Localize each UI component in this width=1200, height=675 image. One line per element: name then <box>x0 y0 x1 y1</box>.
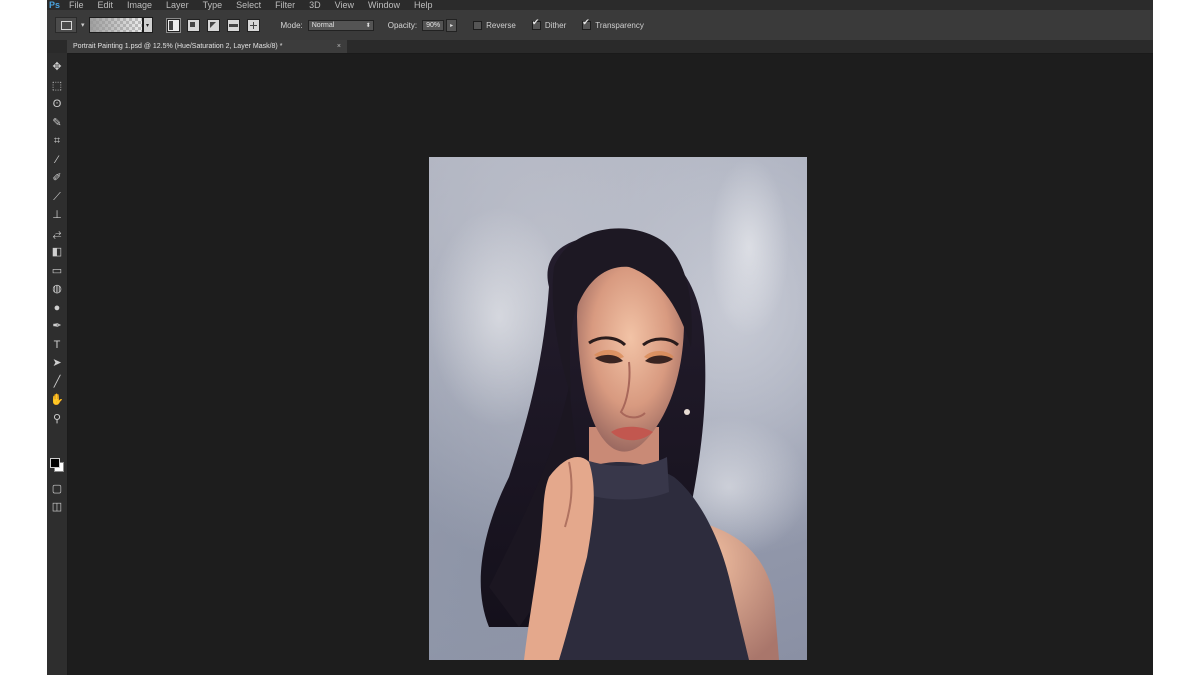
history-brush-tool-icon[interactable]: ⥄ <box>49 226 65 242</box>
reverse-checkbox[interactable] <box>473 20 483 30</box>
quick-mask-icon[interactable]: ▢ <box>49 481 65 497</box>
transparency-checkbox-group[interactable]: Transparency <box>582 17 644 30</box>
canvas-workspace[interactable] <box>68 54 1153 675</box>
crop-tool-icon[interactable]: ⌗ <box>49 133 65 149</box>
menu-file[interactable]: File <box>69 0 84 10</box>
menu-edit[interactable]: Edit <box>98 0 114 10</box>
gradient-picker-swatch[interactable] <box>88 17 143 33</box>
lasso-tool-icon[interactable]: ʘ <box>49 96 65 112</box>
document-tab[interactable]: Portrait Painting 1.psd @ 12.5% (Hue/Sat… <box>67 40 347 53</box>
gradient-tool-icon[interactable]: ▭ <box>49 263 65 279</box>
dither-label: Dither <box>544 20 567 30</box>
reverse-label: Reverse <box>486 20 516 30</box>
transparency-checkbox[interactable] <box>582 17 592 30</box>
line-tool-icon[interactable]: ╱ <box>49 374 65 390</box>
menu-view[interactable]: View <box>335 0 354 10</box>
opacity-label: Opacity: <box>387 20 418 30</box>
tools-panel: ✥ ⬚ ʘ ✎ ⌗ ⁄ ✐ ⟋ ⊥ ⥄ ◧ ▭ ◍ ● ✒ T ➤ ╱ ✋ ⚲ ▢ ◫ <box>47 53 68 675</box>
eraser-tool-icon[interactable]: ◧ <box>49 244 65 260</box>
brush-tool-icon[interactable]: ⟋ <box>49 189 65 205</box>
menu-layer[interactable]: Layer <box>166 0 189 10</box>
angle-gradient-button[interactable] <box>206 18 220 32</box>
opacity-value: 90% <box>426 21 441 29</box>
blur-tool-icon[interactable]: ◍ <box>49 281 65 297</box>
document-tab-title: Portrait Painting 1.psd @ 12.5% (Hue/Sat… <box>73 43 283 50</box>
mode-value: Normal <box>311 21 335 29</box>
quick-select-tool-icon[interactable]: ✎ <box>49 115 65 131</box>
menu-filter[interactable]: Filter <box>275 0 295 10</box>
reflected-gradient-button[interactable] <box>226 18 240 32</box>
gradient-picker-dropdown-icon[interactable]: ▾ <box>142 17 153 33</box>
document-tab-bar: Portrait Painting 1.psd @ 12.5% (Hue/Sat… <box>47 40 1153 54</box>
menu-bar: Ps File Edit Image Layer Type Select Fil… <box>47 0 1153 10</box>
zoom-tool-icon[interactable]: ⚲ <box>49 411 65 427</box>
dither-checkbox-group[interactable]: Dither <box>531 17 567 30</box>
linear-gradient-button[interactable] <box>165 17 181 33</box>
hand-tool-icon[interactable]: ✋ <box>49 392 65 408</box>
eyedropper-tool-icon[interactable]: ⁄ <box>49 152 65 168</box>
close-icon[interactable]: × <box>337 43 341 50</box>
diamond-gradient-button[interactable] <box>246 18 260 32</box>
opacity-slider-dropdown-icon[interactable]: ▸ <box>446 18 458 32</box>
gradient-tool-preset-icon <box>60 20 72 30</box>
pen-tool-icon[interactable]: ✒ <box>49 318 65 334</box>
tool-preset-dropdown-icon[interactable]: ▾ <box>81 21 85 29</box>
path-select-tool-icon[interactable]: ➤ <box>49 355 65 371</box>
dodge-tool-icon[interactable]: ● <box>49 300 65 316</box>
healing-brush-tool-icon[interactable]: ✐ <box>49 170 65 186</box>
marquee-tool-icon[interactable]: ⬚ <box>49 78 65 94</box>
reverse-checkbox-group[interactable]: Reverse <box>473 20 516 30</box>
dither-checkbox[interactable] <box>531 17 541 30</box>
background-light-stroke <box>709 157 789 337</box>
tool-preset-picker[interactable] <box>55 17 77 33</box>
mode-select[interactable]: Normal ⬍ <box>307 19 374 31</box>
transparency-label: Transparency <box>595 20 644 30</box>
move-tool-icon[interactable]: ✥ <box>49 59 65 75</box>
menu-3d[interactable]: 3D <box>309 0 321 10</box>
foreground-color-swatch[interactable] <box>50 458 60 468</box>
mode-dropdown-icon: ⬍ <box>365 22 371 29</box>
menu-window[interactable]: Window <box>368 0 400 10</box>
menu-help[interactable]: Help <box>414 0 433 10</box>
opacity-field[interactable]: 90% <box>422 19 445 31</box>
menu-type[interactable]: Type <box>203 0 223 10</box>
mode-label: Mode: <box>280 20 303 30</box>
document-canvas[interactable] <box>429 157 807 660</box>
screen-mode-icon[interactable]: ◫ <box>49 499 65 515</box>
menu-image[interactable]: Image <box>127 0 152 10</box>
portrait-painting <box>429 157 807 660</box>
radial-gradient-button[interactable] <box>186 18 200 32</box>
type-tool-icon[interactable]: T <box>49 337 65 353</box>
photoshop-logo: Ps <box>49 0 61 10</box>
menu-select[interactable]: Select <box>236 0 261 10</box>
options-bar: ▾ ▾ Mode: Normal ⬍ Opacity: 90% ▸ Revers… <box>47 10 1153 41</box>
photoshop-window: Ps File Edit Image Layer Type Select Fil… <box>47 0 1153 675</box>
earring <box>684 409 690 415</box>
clone-stamp-tool-icon[interactable]: ⊥ <box>49 207 65 223</box>
